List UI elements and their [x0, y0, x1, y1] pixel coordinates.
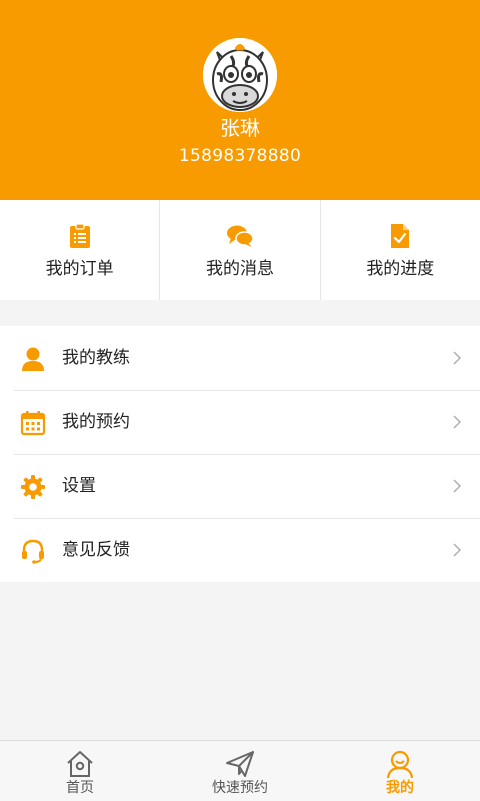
- menu-item-settings[interactable]: 设置: [0, 454, 480, 518]
- headset-icon: [22, 539, 44, 564]
- progress-document-icon: [391, 224, 410, 248]
- tab-mine[interactable]: 我的: [320, 741, 480, 801]
- avatar[interactable]: [203, 38, 277, 112]
- quick-link-messages[interactable]: 我的消息: [159, 200, 319, 300]
- menu-item-coach[interactable]: 我的教练: [0, 326, 480, 390]
- menu-item-label: 我的教练: [62, 348, 130, 368]
- quick-link-label: 我的订单: [45, 259, 114, 279]
- menu-item-appointments[interactable]: 我的预约: [0, 390, 480, 454]
- quick-link-progress[interactable]: 我的进度: [319, 200, 480, 300]
- calendar-icon: [20, 411, 46, 436]
- chevron-right-icon: [453, 415, 462, 429]
- tab-label: 快速预约: [212, 780, 268, 796]
- profile-header: 张琳 15898378880: [0, 0, 480, 200]
- paper-plane-icon: [226, 751, 254, 777]
- chevron-right-icon: [453, 543, 462, 557]
- quick-links: 我的订单 我的消息 我的进度: [0, 200, 480, 300]
- tab-label: 我的: [386, 780, 414, 796]
- menu-item-label: 设置: [62, 476, 96, 496]
- gear-icon: [21, 475, 45, 499]
- quick-link-orders[interactable]: 我的订单: [0, 200, 159, 300]
- user-phone: 15898378880: [178, 146, 302, 166]
- clipboard-icon: [69, 223, 90, 248]
- user-name: 张琳: [220, 116, 260, 140]
- chat-bubbles-icon: [226, 225, 254, 247]
- tab-label: 首页: [66, 780, 94, 796]
- chevron-right-icon: [453, 351, 462, 365]
- zebra-avatar-icon: [203, 38, 277, 112]
- tab-home[interactable]: 首页: [0, 741, 160, 801]
- quick-link-label: 我的消息: [205, 259, 274, 279]
- user-smile-icon: [386, 750, 414, 779]
- profile-menu: 我的教练 我的预约 设置 意见反馈: [0, 326, 480, 582]
- home-icon: [67, 751, 93, 777]
- menu-item-label: 意见反馈: [62, 540, 130, 560]
- bottom-tab-bar: 首页 快速预约 我的: [0, 740, 480, 801]
- chevron-right-icon: [453, 479, 462, 493]
- quick-link-label: 我的进度: [366, 259, 435, 279]
- menu-item-feedback[interactable]: 意见反馈: [0, 518, 480, 582]
- tab-quick-booking[interactable]: 快速预约: [160, 741, 320, 801]
- menu-item-label: 我的预约: [62, 412, 130, 432]
- person-icon: [22, 347, 44, 371]
